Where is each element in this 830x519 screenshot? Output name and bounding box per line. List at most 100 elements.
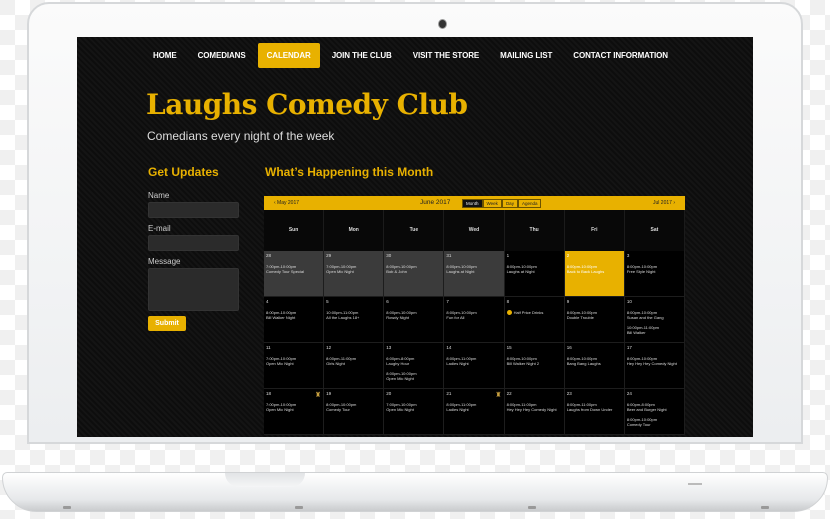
weekday-sat: Sat (624, 210, 685, 251)
laptop-foot (528, 506, 536, 509)
day-number: 19 (326, 391, 332, 396)
calendar-event[interactable]: 8:00pm-10:00pm Back to Back Laughs (567, 264, 622, 274)
event-title: Bill Walker Night 2 (506, 361, 540, 366)
calendar-event[interactable]: 7:00pm-10:00pm Open Mic Night (266, 356, 321, 366)
day-cell[interactable]: 1 8:00pm-10:00pm Laughs at Night (504, 251, 565, 297)
nav-item-comedians[interactable]: COMEDIANS (189, 43, 255, 68)
day-cell[interactable]: 18 ♜ 7:00pm-10:00pm Open Mic Night (264, 389, 325, 435)
day-cell[interactable]: 15 8:00pm-10:00pm Bill Walker Night 2 (504, 343, 565, 389)
day-cell[interactable]: 20 7:00pm-10:00pm Open Mic Night (384, 389, 445, 435)
event-title: Open Mic Night (266, 361, 294, 366)
view-month-button[interactable]: Month (462, 199, 483, 208)
day-cell[interactable]: 12 8:00pm-11:00pm Girls Night (324, 343, 385, 389)
day-number: 21 (446, 391, 452, 396)
day-cell[interactable]: 5 10:00pm-11:00pm All the Laughs 18+ (324, 297, 385, 343)
submit-button[interactable]: Submit (148, 316, 186, 331)
day-number: 10 (626, 299, 632, 304)
nav-item-home[interactable]: HOME (144, 43, 186, 68)
day-number: 28 (266, 253, 272, 258)
view-day-button[interactable]: Day (501, 199, 518, 208)
nav-item-mailing-list[interactable]: MAILING LIST (491, 43, 561, 68)
calendar-event[interactable]: 8:00pm-10:00pm Open Mic Night (386, 371, 441, 381)
nav-item-contact-information[interactable]: CONTACT INFORMATION (564, 43, 677, 68)
event-title: Open Mic Night (386, 376, 414, 381)
calendar-event[interactable]: 8:00pm-10:00pm Fun for All (446, 310, 501, 320)
calendar-event[interactable]: 7:00pm-10:00pm Open Mic Night (386, 402, 441, 412)
event-title: Bill Walker Night (266, 315, 296, 320)
calendar-event[interactable]: 8:00pm-10:00pm Double Trouble (567, 310, 622, 320)
calendar-event[interactable]: 8:00pm-11:00pm Ladies Night (446, 356, 501, 366)
email-label: E-mail (148, 224, 171, 233)
weekday-fri: Fri (564, 210, 625, 251)
site-title: Laughs Comedy Club (146, 88, 468, 121)
month-heading: What’s Happening this Month (265, 165, 434, 179)
calendar-event[interactable]: 8:00pm-10:00pm Free Style Night (627, 264, 682, 274)
day-cell[interactable]: 9 8:00pm-10:00pm Double Trouble (564, 297, 625, 343)
day-cell[interactable]: 24 6:00pm-8:00pm Beer and Burger Night 8:00… (624, 389, 685, 435)
day-cell[interactable]: 17 8:00pm-10:00pm Hey Hey Hey Comedy Night (624, 343, 685, 389)
calendar-event[interactable]: 10:00pm-11:00pm All the Laughs 18+ (326, 310, 381, 320)
day-number: 18 (266, 391, 272, 396)
day-cell[interactable]: 6 8:00pm-10:00pm Rowdy Night (384, 297, 445, 343)
calendar-event[interactable]: 8:00pm-11:00pm Ladies Night (446, 402, 501, 412)
day-cell[interactable]: 16 8:00pm-10:00pm Bang Bang Laughs (564, 343, 625, 389)
view-agenda-button[interactable]: Agenda (517, 199, 542, 208)
current-month-label: June 2017 (420, 199, 451, 206)
day-cell[interactable]: 23 8:00pm-11:00pm Laughs from Down Under (564, 389, 625, 435)
day-cell[interactable]: 7 8:00pm-10:00pm Fun for All (444, 297, 505, 343)
view-week-button[interactable]: Week (482, 199, 502, 208)
calendar-event[interactable]: 8:00pm-10:00pm Bill Walker Night (266, 310, 321, 320)
weekday-thu: Thu (504, 210, 565, 251)
event-title: Hey Hey Hey Comedy Night (506, 407, 557, 412)
day-cell[interactable]: 14 8:00pm-11:00pm Ladies Night (444, 343, 505, 389)
day-cell[interactable]: 13 6:00pm-8:00pm Laughy Hour 8:00pm-10:00pm… (384, 343, 445, 389)
day-cell[interactable]: 28 7:00pm-10:00pm Comedy Tour Special (264, 251, 325, 297)
calendar-event[interactable]: 8:00pm-10:00pm Bang Bang Laughs (567, 356, 622, 366)
calendar-event[interactable]: 8:00pm-11:00pm Girls Night (326, 356, 381, 366)
day-cell[interactable]: 4 8:00pm-10:00pm Bill Walker Night (264, 297, 325, 343)
day-cell[interactable]: 19 8:00pm-10:00pm Comedy Tour (324, 389, 385, 435)
calendar-event[interactable]: 7:00pm-10:00pm Open Mic Night (266, 402, 321, 412)
day-cell[interactable]: 21 ♜ 8:00pm-11:00pm Ladies Night (444, 389, 505, 435)
calendar-event[interactable]: 10:00pm-11:00pm Bill Walker (627, 325, 682, 335)
calendar-event[interactable]: 8:00pm-10:00pm Susan and the Gang (627, 310, 682, 320)
day-cell[interactable]: 10 8:00pm-10:00pm Susan and the Gang 10:00p… (624, 297, 685, 343)
name-input[interactable] (148, 202, 239, 218)
calendar-event[interactable]: 7:00pm-10:00pm Comedy Tour Special (266, 264, 321, 274)
day-cell[interactable]: 29 7:00pm-10:00pm Open Mic Night (324, 251, 385, 297)
message-textarea[interactable] (148, 268, 239, 311)
day-number: 5 (326, 299, 329, 304)
calendar-event[interactable]: 8:00pm-10:00pm Bob & John (386, 264, 441, 274)
day-cell[interactable]: 8 Half Price Drinks (504, 297, 565, 343)
calendar-event[interactable]: 8:00pm-10:00pm Laughs at Night (507, 264, 562, 274)
calendar-event[interactable]: 6:00pm-8:00pm Beer and Burger Night (627, 402, 682, 412)
calendar-event[interactable]: 8:00pm-10:00pm Laughs at Night (446, 264, 501, 274)
calendar-event[interactable]: 8:00pm-11:00pm Laughs from Down Under (567, 402, 622, 412)
prev-month-link[interactable]: ‹ May 2017 (274, 200, 299, 206)
event-title: Beer and Burger Night (626, 407, 667, 412)
calendar-event[interactable]: 8:00pm-10:00pm Rowdy Night (386, 310, 441, 320)
day-cell[interactable]: 31 8:00pm-10:00pm Laughs at Night (444, 251, 505, 297)
next-month-link[interactable]: Jul 2017 › (653, 200, 675, 206)
calendar-event[interactable]: 8:00pm-11:00pm Hey Hey Hey Comedy Night (507, 402, 562, 412)
calendar-event[interactable]: 7:00pm-10:00pm Open Mic Night (326, 264, 381, 274)
event-title: Hey Hey Hey Comedy Night (626, 361, 677, 366)
day-cell[interactable]: 22 8:00pm-11:00pm Hey Hey Hey Comedy Night (504, 389, 565, 435)
email-input[interactable] (148, 235, 239, 251)
day-cell[interactable]: 30 8:00pm-10:00pm Bob & John (384, 251, 445, 297)
calendar-event[interactable]: 8:00pm-10:00pm Hey Hey Hey Comedy Night (627, 356, 682, 366)
nav-item-calendar[interactable]: CALENDAR (257, 43, 320, 68)
calendar-event[interactable]: Half Price Drinks (506, 310, 562, 316)
day-cell[interactable]: 3 8:00pm-10:00pm Free Style Night (624, 251, 685, 297)
nav-item-join-the-club[interactable]: JOIN THE CLUB (323, 43, 401, 68)
day-number: 7 (446, 299, 449, 304)
weekday-tue: Tue (384, 210, 445, 251)
nav-item-visit-the-store[interactable]: VISIT THE STORE (404, 43, 488, 68)
weekday-mon: Mon (324, 210, 385, 251)
day-cell[interactable]: 11 7:00pm-10:00pm Open Mic Night (264, 343, 325, 389)
calendar-event[interactable]: 8:00pm-10:00pm Comedy Tour (627, 417, 682, 427)
calendar-event[interactable]: 8:00pm-10:00pm Comedy Tour (326, 402, 381, 412)
day-cell[interactable]: 2 8:00pm-10:00pm Back to Back Laughs (564, 251, 625, 297)
calendar-event[interactable]: 8:00pm-10:00pm Bill Walker Night 2 (507, 356, 562, 366)
calendar-event[interactable]: 6:00pm-8:00pm Laughy Hour (386, 356, 441, 366)
